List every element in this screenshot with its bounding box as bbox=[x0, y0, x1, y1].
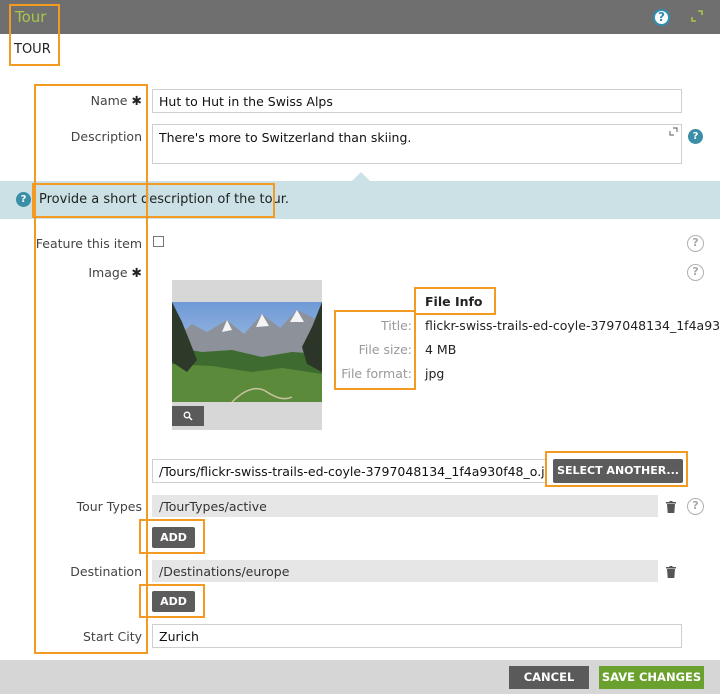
image-preview-frame bbox=[172, 280, 322, 430]
expand-icon[interactable] bbox=[691, 10, 703, 22]
tour-types-help-icon[interactable]: ? bbox=[687, 498, 704, 515]
zoom-button[interactable] bbox=[172, 406, 204, 426]
feature-help-icon[interactable]: ? bbox=[687, 235, 704, 252]
save-changes-button[interactable]: SAVE CHANGES bbox=[599, 666, 704, 689]
cancel-button[interactable]: CANCEL bbox=[509, 666, 589, 689]
file-size-value: 4 MB bbox=[425, 342, 457, 357]
file-format-value: jpg bbox=[425, 366, 445, 381]
trash-icon[interactable] bbox=[666, 566, 676, 578]
highlight-box bbox=[32, 183, 275, 218]
image-path-input[interactable]: /Tours/flickr-swiss-trails-ed-coyle-3797… bbox=[152, 459, 547, 483]
info-notch bbox=[352, 172, 370, 181]
help-circle-icon[interactable]: ? bbox=[653, 9, 670, 26]
window-header bbox=[0, 0, 720, 34]
feature-checkbox[interactable] bbox=[153, 236, 164, 247]
highlight-box bbox=[9, 4, 60, 66]
highlight-box bbox=[545, 451, 688, 487]
image-help-icon[interactable]: ? bbox=[687, 264, 704, 281]
tour-types-value: /TourTypes/active bbox=[152, 495, 658, 517]
highlight-box bbox=[334, 310, 416, 390]
resize-icon[interactable] bbox=[669, 127, 678, 136]
magnify-icon bbox=[183, 411, 193, 421]
file-title-value: flickr-swiss-trails-ed-coyle-3797048134_… bbox=[425, 318, 720, 333]
info-icon: ? bbox=[16, 192, 31, 207]
image-thumbnail bbox=[172, 302, 322, 402]
start-city-input[interactable]: Zurich bbox=[152, 624, 682, 648]
description-help-icon[interactable]: ? bbox=[688, 129, 703, 144]
highlight-box bbox=[139, 519, 205, 554]
description-textarea[interactable]: There's more to Switzerland than skiing. bbox=[152, 124, 682, 164]
trash-icon[interactable] bbox=[666, 501, 676, 513]
name-input[interactable]: Hut to Hut in the Swiss Alps bbox=[152, 89, 682, 113]
destination-value: /Destinations/europe bbox=[152, 560, 658, 582]
highlight-box bbox=[34, 84, 148, 654]
highlight-box bbox=[414, 287, 496, 315]
highlight-box bbox=[139, 584, 205, 618]
